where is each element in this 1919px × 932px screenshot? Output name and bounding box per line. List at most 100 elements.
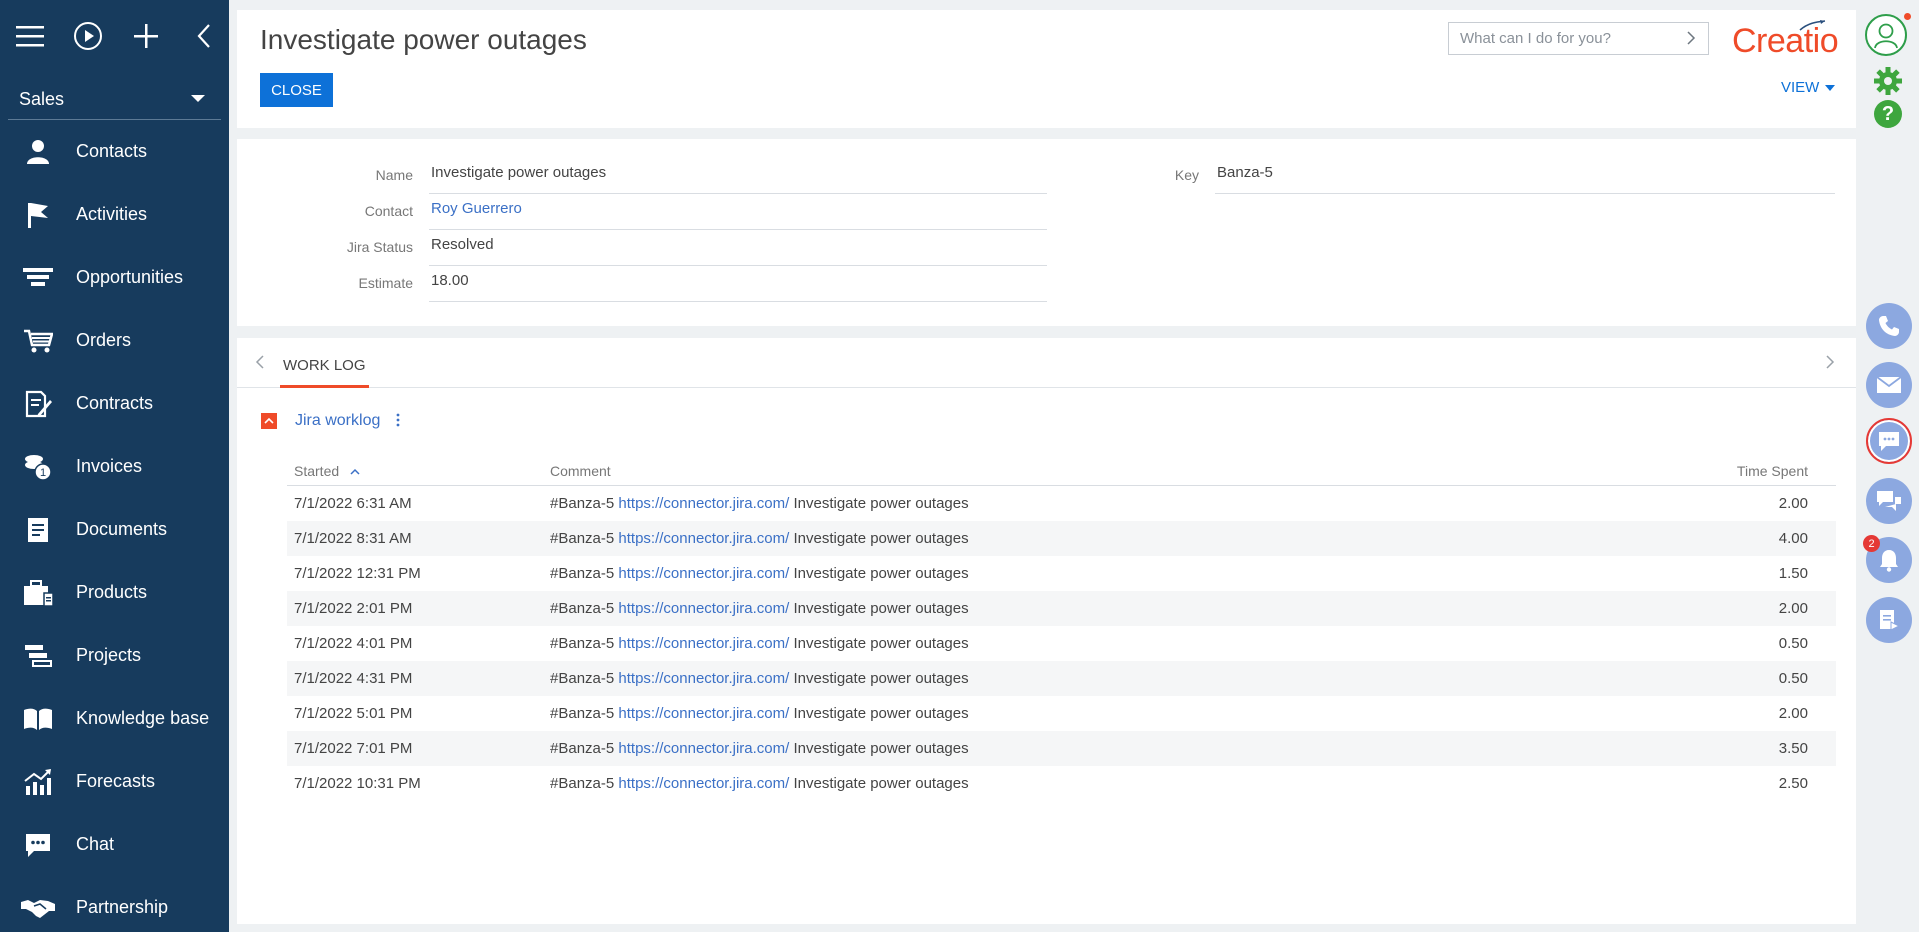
table-row[interactable]: 7/1/2022 2:01 PM #Banza-5 https://connect… [287, 591, 1836, 626]
sidebar-nav: Contacts Activities Opportunities Orders… [0, 120, 229, 932]
cell-time-spent: 2.00 [1778, 600, 1808, 617]
comment-text: Investigate power outages [793, 705, 969, 722]
jira-status-value[interactable]: Resolved [429, 230, 1047, 266]
collapse-icon[interactable] [261, 413, 277, 429]
worklog-detail-title[interactable]: Jira worklog [295, 412, 380, 430]
comment-text: Investigate power outages [793, 775, 969, 792]
sidebar-item-chat[interactable]: Chat [0, 813, 229, 876]
command-search-input[interactable]: What can I do for you? [1448, 22, 1709, 55]
tab-bar: WORK LOG [237, 338, 1856, 388]
sidebar-item-products[interactable]: Products [0, 561, 229, 624]
comment-url-link[interactable]: https://connector.jira.com/ [618, 565, 789, 582]
table-row[interactable]: 7/1/2022 7:01 PM #Banza-5 https://connect… [287, 731, 1836, 766]
comment-url-link[interactable]: https://connector.jira.com/ [618, 530, 789, 547]
comment-url-link[interactable]: https://connector.jira.com/ [618, 740, 789, 757]
user-avatar[interactable] [1865, 14, 1907, 56]
cell-started: 7/1/2022 4:01 PM [294, 635, 413, 652]
plus-icon[interactable] [130, 20, 162, 52]
cell-time-spent: 4.00 [1778, 530, 1808, 547]
comment-url-link[interactable]: https://connector.jira.com/ [618, 775, 789, 792]
sidebar-item-orders[interactable]: Orders [0, 309, 229, 372]
sidebar-item-documents[interactable]: Documents [0, 498, 229, 561]
name-field[interactable]: Name Investigate power outages [376, 158, 1047, 194]
cart-icon [0, 321, 76, 361]
menu-icon[interactable] [14, 20, 46, 52]
tab-work-log[interactable]: WORK LOG [280, 357, 369, 388]
sidebar-item-partnership[interactable]: Partnership [0, 876, 229, 932]
contact-field[interactable]: Contact Roy Guerrero [365, 194, 1047, 230]
workspace-label: Sales [19, 89, 65, 109]
comment-text: Investigate power outages [793, 635, 969, 652]
sidebar-item-activities[interactable]: Activities [0, 183, 229, 246]
name-label: Name [375, 167, 413, 183]
grid-header: Started Comment Time Spent [287, 456, 1836, 486]
close-button[interactable]: CLOSE [260, 73, 333, 107]
comment-url-link[interactable]: https://connector.jira.com/ [618, 705, 789, 722]
document-icon [0, 510, 76, 550]
sidebar-item-opportunities[interactable]: Opportunities [0, 246, 229, 309]
chat-bubble-icon[interactable] [1866, 418, 1912, 464]
tab-scroll-right-icon[interactable] [1825, 354, 1835, 375]
funnel-icon [0, 258, 76, 298]
estimate-field[interactable]: Estimate 18.00 [359, 266, 1047, 302]
table-row[interactable]: 7/1/2022 4:01 PM #Banza-5 https://connect… [287, 626, 1836, 661]
table-row[interactable]: 7/1/2022 6:31 AM #Banza-5 https://connect… [287, 486, 1836, 521]
sidebar-item-forecasts[interactable]: Forecasts [0, 750, 229, 813]
sidebar-item-contacts[interactable]: Contacts [0, 120, 229, 183]
cell-time-spent: 2.00 [1778, 495, 1808, 512]
comment-url-link[interactable]: https://connector.jira.com/ [618, 670, 789, 687]
sidebar-item-invoices[interactable]: 1 Invoices [0, 435, 229, 498]
table-row[interactable]: 7/1/2022 10:31 PM #Banza-5 https://connec… [287, 766, 1836, 801]
table-row[interactable]: 7/1/2022 8:31 AM #Banza-5 https://connect… [287, 521, 1836, 556]
key-label: Key [1174, 167, 1199, 183]
tab-scroll-left-icon[interactable] [255, 354, 265, 375]
workspace-selector[interactable]: Sales [8, 80, 221, 120]
jira-status-label: Jira Status [346, 239, 413, 255]
help-icon[interactable]: ? [1874, 100, 1902, 128]
sort-ascending-icon [350, 468, 360, 475]
caret-down-icon [1825, 84, 1836, 91]
comment-url-link[interactable]: https://connector.jira.com/ [618, 495, 789, 512]
jira-status-field[interactable]: Jira Status Resolved [347, 230, 1047, 266]
email-icon[interactable] [1866, 362, 1912, 408]
gear-icon[interactable] [1873, 66, 1903, 101]
cell-comment: #Banza-5 https://connector.jira.com/ Inv… [550, 670, 969, 687]
sidebar-item-projects[interactable]: Projects [0, 624, 229, 687]
sidebar-item-knowledge-base[interactable]: Knowledge base [0, 687, 229, 750]
comment-key: #Banza-5 [550, 740, 615, 757]
svg-text:1: 1 [40, 467, 46, 479]
comment-url-link[interactable]: https://connector.jira.com/ [618, 600, 789, 617]
more-options-icon[interactable] [396, 412, 400, 430]
column-started[interactable]: Started [294, 463, 360, 479]
name-value[interactable]: Investigate power outages [429, 158, 1047, 194]
column-comment[interactable]: Comment [550, 463, 611, 479]
contact-link[interactable]: Roy Guerrero [429, 194, 1047, 230]
table-row[interactable]: 7/1/2022 12:31 PM #Banza-5 https://connec… [287, 556, 1836, 591]
comment-text: Investigate power outages [793, 530, 969, 547]
cell-time-spent: 0.50 [1778, 670, 1808, 687]
chevron-left-icon[interactable] [188, 20, 220, 52]
phone-icon[interactable] [1866, 303, 1912, 349]
process-icon[interactable] [1866, 597, 1912, 643]
key-field[interactable]: Key Banza-5 [1175, 158, 1835, 194]
sidebar-item-contracts[interactable]: Contracts [0, 372, 229, 435]
status-dot [1904, 13, 1911, 20]
table-row[interactable]: 7/1/2022 4:31 PM #Banza-5 https://connect… [287, 661, 1836, 696]
play-icon[interactable] [72, 20, 104, 52]
table-row[interactable]: 7/1/2022 5:01 PM #Banza-5 https://connect… [287, 696, 1836, 731]
comment-url-link[interactable]: https://connector.jira.com/ [618, 635, 789, 652]
handshake-icon [0, 888, 76, 928]
right-rail: ? 2 [1857, 0, 1919, 932]
comment-text: Investigate power outages [793, 600, 969, 617]
view-button[interactable]: VIEW [1781, 79, 1836, 96]
book-icon [0, 699, 76, 739]
cell-started: 7/1/2022 6:31 AM [294, 495, 412, 512]
column-time-spent[interactable]: Time Spent [1737, 463, 1808, 479]
key-value[interactable]: Banza-5 [1215, 158, 1835, 194]
cell-comment: #Banza-5 https://connector.jira.com/ Inv… [550, 565, 969, 582]
chevron-right-icon[interactable] [1686, 31, 1696, 49]
worklog-rows: 7/1/2022 6:31 AM #Banza-5 https://connect… [287, 486, 1836, 801]
estimate-value[interactable]: 18.00 [429, 266, 1047, 302]
feed-icon[interactable] [1866, 478, 1912, 524]
cell-time-spent: 2.50 [1778, 775, 1808, 792]
